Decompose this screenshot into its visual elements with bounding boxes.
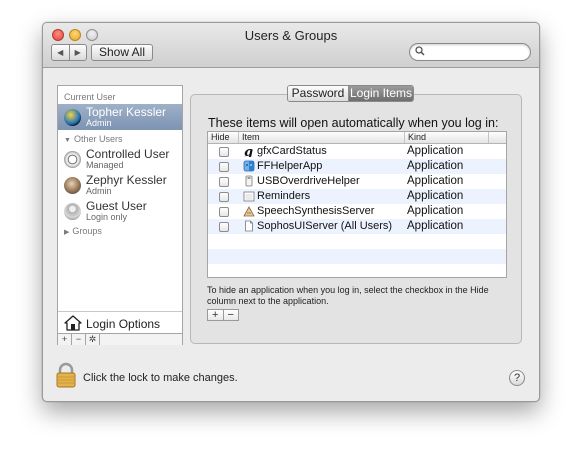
column-header-item[interactable]: Item xyxy=(239,132,405,143)
users-groups-window: Users & Groups ◀ ▶ Show All Current User… xyxy=(42,22,540,402)
gfx-icon: g xyxy=(243,145,255,160)
table-row[interactable]: FFHelperApp Application xyxy=(208,159,506,174)
back-arrow-icon: ◀ xyxy=(57,48,64,57)
action-gear-button[interactable]: ✲ xyxy=(86,334,100,345)
hide-checkbox[interactable] xyxy=(219,177,229,187)
user-name: Topher Kessler xyxy=(86,105,167,119)
item-kind: Application xyxy=(407,190,464,202)
item-kind: Application xyxy=(407,145,464,157)
window-title: Users & Groups xyxy=(244,28,338,43)
user-role: Managed xyxy=(86,160,124,170)
user-item-controlled-user[interactable]: Controlled User Managed xyxy=(58,146,182,172)
item-name: SophosUIServer (All Users) xyxy=(257,220,393,232)
hide-checkbox[interactable] xyxy=(219,192,229,202)
help-button[interactable]: ? xyxy=(509,370,525,386)
groups-header[interactable]: ▶ Groups xyxy=(64,226,102,236)
item-kind: Application xyxy=(407,205,464,217)
item-name: SpeechSynthesisServer xyxy=(257,205,375,217)
gear-icon: ✲ xyxy=(88,334,97,344)
current-user-header: Current User xyxy=(64,92,116,102)
tab-login-items[interactable]: Login Items xyxy=(349,86,413,101)
hide-checkbox[interactable] xyxy=(219,147,229,157)
table-row[interactable]: SophosUIServer (All Users) Application xyxy=(208,219,506,234)
search-field[interactable] xyxy=(409,43,531,61)
search-input[interactable] xyxy=(428,45,528,61)
tab-bar: Password Login Items xyxy=(287,85,414,102)
item-name: Reminders xyxy=(257,190,311,202)
table-row[interactable]: USBOverdriveHelper Application xyxy=(208,174,506,189)
tab-password[interactable]: Password xyxy=(288,86,349,101)
user-role: Login only xyxy=(86,212,128,222)
table-row[interactable]: Reminders Application xyxy=(208,189,506,204)
speech-icon xyxy=(243,205,255,217)
lock-icon[interactable] xyxy=(55,362,77,391)
search-icon xyxy=(415,46,425,59)
table-row[interactable]: SpeechSynthesisServer Application xyxy=(208,204,506,219)
svg-text:g: g xyxy=(244,145,253,157)
usb-icon xyxy=(243,175,255,187)
user-name: Controlled User xyxy=(86,147,170,161)
document-icon xyxy=(243,220,255,232)
empty-row xyxy=(208,264,506,277)
hide-checkbox[interactable] xyxy=(219,222,229,232)
hide-hint-text: To hide an application when you log in, … xyxy=(207,285,489,306)
avatar-icon xyxy=(64,151,81,168)
table-header: Hide Item Kind xyxy=(208,132,506,144)
add-login-item-button[interactable]: + xyxy=(208,310,224,321)
lock-text[interactable]: Click the lock to make changes. xyxy=(83,372,238,384)
login-items-intro: These items will open automatically when… xyxy=(208,116,499,130)
item-kind: Application xyxy=(407,220,464,232)
house-icon xyxy=(64,315,82,334)
other-users-header[interactable]: ▼ Other Users xyxy=(64,134,122,144)
user-item-topher-kessler[interactable]: Topher Kessler Admin xyxy=(58,104,182,130)
add-user-button[interactable]: + xyxy=(58,334,72,345)
avatar-icon xyxy=(64,109,81,126)
guest-avatar-icon xyxy=(64,203,81,220)
empty-row xyxy=(208,249,506,264)
disclosure-open-icon: ▼ xyxy=(64,137,71,144)
column-header-hide[interactable]: Hide xyxy=(208,132,239,143)
remove-login-item-button[interactable]: − xyxy=(224,310,239,321)
login-options-label: Login Options xyxy=(86,317,161,331)
user-role: Admin xyxy=(86,186,112,196)
user-item-guest-user[interactable]: Guest User Login only xyxy=(58,198,182,224)
reminders-icon xyxy=(243,190,255,202)
avatar-icon xyxy=(64,177,81,194)
user-item-zephyr-kessler[interactable]: Zephyr Kessler Admin xyxy=(58,172,182,198)
item-name: FFHelperApp xyxy=(257,160,323,172)
hide-checkbox[interactable] xyxy=(219,162,229,172)
table-row[interactable]: g gfxCardStatus Application xyxy=(208,144,506,160)
users-sidebar: Current User Topher Kessler Admin ▼ Other… xyxy=(57,85,183,345)
back-forward-buttons: ◀ ▶ xyxy=(51,44,87,61)
hide-checkbox[interactable] xyxy=(219,207,229,217)
finder-icon xyxy=(243,160,255,172)
remove-user-button[interactable]: − xyxy=(72,334,86,345)
column-header-kind[interactable]: Kind xyxy=(405,132,489,143)
back-button[interactable]: ◀ xyxy=(52,45,70,60)
show-all-button[interactable]: Show All xyxy=(91,44,153,61)
user-name: Guest User xyxy=(86,199,147,213)
login-items-table: Hide Item Kind g gfxCardStatus Applicati… xyxy=(207,131,507,278)
sidebar-button-bar: + − ✲ xyxy=(58,333,182,345)
item-name: USBOverdriveHelper xyxy=(257,175,360,187)
login-items-button-bar: + − xyxy=(207,309,239,321)
empty-row xyxy=(208,234,506,249)
title-bar: Users & Groups ◀ ▶ Show All xyxy=(43,23,539,68)
login-options-item[interactable]: Login Options xyxy=(58,311,182,334)
item-kind: Application xyxy=(407,175,464,187)
item-name: gfxCardStatus xyxy=(257,145,327,157)
disclosure-closed-icon: ▶ xyxy=(64,229,70,236)
forward-arrow-icon: ▶ xyxy=(74,48,81,57)
user-name: Zephyr Kessler xyxy=(86,173,167,187)
user-role: Admin xyxy=(86,118,112,128)
forward-button[interactable]: ▶ xyxy=(70,45,87,60)
item-kind: Application xyxy=(407,160,464,172)
